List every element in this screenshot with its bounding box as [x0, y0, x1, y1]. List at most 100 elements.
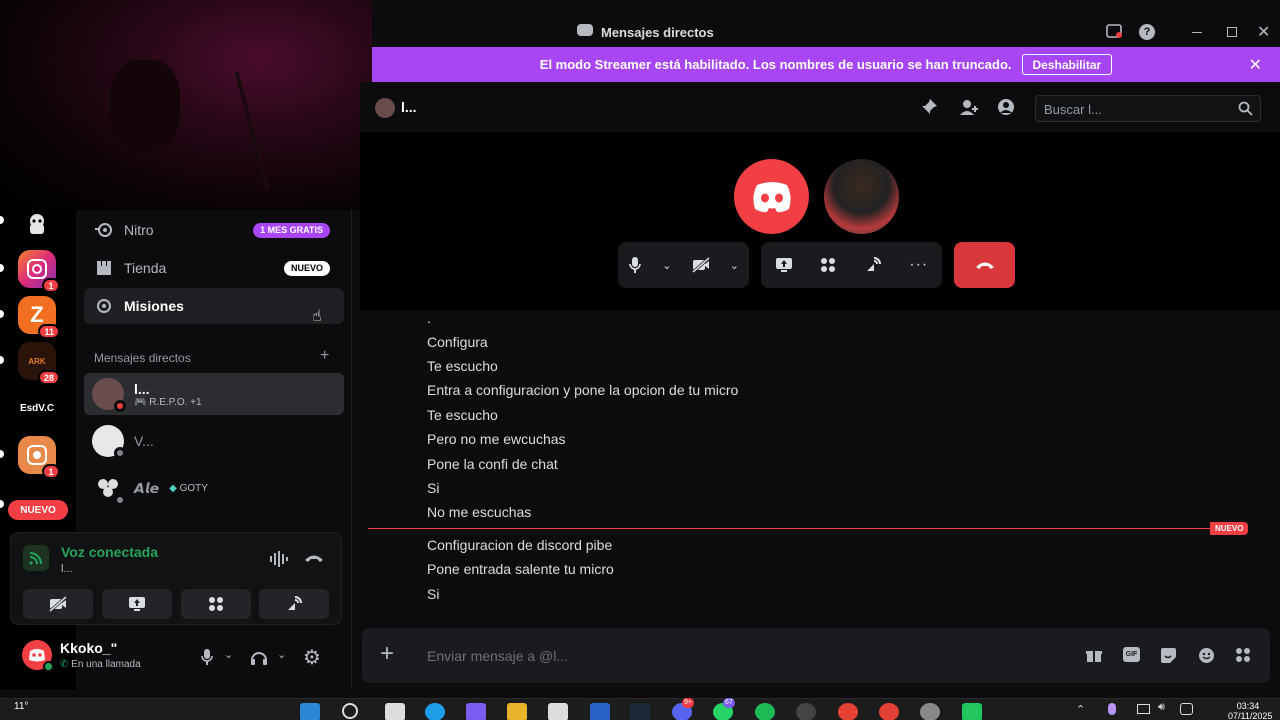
gem-icon: ◆: [169, 482, 177, 494]
settings-icon[interactable]: [920, 703, 940, 720]
streamer-silhouette: [110, 60, 180, 150]
more-options-icon[interactable]: ···: [909, 256, 928, 274]
copilot-icon[interactable]: [466, 703, 486, 720]
chrome-profile-icon[interactable]: [879, 703, 899, 720]
dm-name: 𝘼𝙡𝙚: [134, 479, 160, 496]
battery-icon[interactable]: [1180, 703, 1193, 715]
inbox-icon[interactable]: [1106, 24, 1122, 38]
sidebar-item-misiones[interactable]: Misiones ☝: [84, 288, 344, 325]
add-friend-icon[interactable]: [958, 98, 978, 116]
file-explorer-icon[interactable]: [507, 703, 527, 720]
dm-item[interactable]: l... 🎮 R.E.P.O. +1: [84, 373, 344, 415]
edge-icon[interactable]: [425, 703, 445, 720]
search-placeholder: Buscar l...: [1044, 102, 1102, 117]
mail-icon[interactable]: [590, 703, 610, 720]
voice-signal-icon[interactable]: [23, 545, 49, 571]
voice-status[interactable]: Voz conectada: [61, 544, 158, 560]
obs-icon[interactable]: [796, 703, 816, 720]
video-off-button[interactable]: [23, 589, 93, 619]
gear-icon[interactable]: ⚙: [303, 645, 321, 670]
noise-suppression-icon[interactable]: [269, 551, 289, 567]
call-area: ⌄ ⌄ ···: [360, 132, 1280, 310]
server-3[interactable]: Z 11: [18, 296, 60, 339]
screen-share-icon[interactable]: [775, 257, 793, 273]
store-icon[interactable]: [548, 703, 568, 720]
dm-item[interactable]: V...: [84, 420, 344, 462]
soundboard-button[interactable]: [259, 589, 329, 619]
call-actions-group: ···: [761, 242, 942, 288]
discord-icon: [577, 24, 593, 36]
weather-widget[interactable]: 11°: [14, 701, 28, 712]
gif-icon[interactable]: GIF: [1123, 647, 1140, 662]
hang-up-icon: [975, 262, 994, 269]
pin-icon[interactable]: [920, 98, 938, 116]
dm-item[interactable]: 𝘼𝙡𝙚 ◆ GOTY: [84, 467, 344, 509]
unread-pill: [0, 216, 4, 224]
close-window-button[interactable]: ✕: [1257, 22, 1270, 42]
unread-pill: [0, 356, 4, 364]
soundboard-icon[interactable]: [864, 256, 882, 274]
search-icon[interactable]: [342, 703, 358, 719]
apps-icon[interactable]: [1235, 647, 1251, 663]
volume-icon[interactable]: 🔊︎: [1158, 701, 1165, 714]
hang-up-button[interactable]: [954, 242, 1015, 288]
mic-tray-icon[interactable]: [1108, 703, 1116, 715]
chevron-down-icon[interactable]: ⌄: [662, 259, 671, 272]
discord-taskbar-icon[interactable]: 9+: [672, 698, 694, 720]
chevron-down-icon[interactable]: ⌄: [224, 648, 233, 661]
disconnect-icon[interactable]: [304, 553, 324, 563]
sticker-icon[interactable]: [1160, 647, 1177, 664]
maximize-button[interactable]: [1227, 27, 1237, 37]
server-badge: 1: [42, 464, 60, 479]
server-4[interactable]: ARK 28: [18, 342, 60, 385]
minimize-button[interactable]: [1192, 32, 1202, 33]
app-icon[interactable]: [962, 703, 982, 720]
message-input[interactable]: Enviar mensaje a @l...: [427, 648, 568, 664]
gift-icon[interactable]: [1086, 647, 1102, 663]
chevron-down-icon[interactable]: ⌄: [730, 259, 739, 272]
chrome-icon[interactable]: [838, 703, 858, 720]
emoji-icon[interactable]: [1198, 647, 1215, 664]
microphone-icon[interactable]: [628, 256, 642, 274]
caller-avatar[interactable]: [734, 159, 809, 234]
attach-plus-icon[interactable]: +: [380, 642, 394, 666]
spotify-icon[interactable]: [755, 703, 775, 720]
activities-icon[interactable]: [820, 257, 836, 273]
server-label: ARK: [28, 356, 46, 366]
message-text: Pero no me ewcuchas: [427, 431, 566, 447]
server-6[interactable]: 1: [18, 436, 60, 479]
disable-streamer-button[interactable]: Deshabilitar: [1021, 54, 1113, 75]
microphone-icon[interactable]: [200, 648, 214, 666]
chevron-down-icon[interactable]: ⌄: [277, 648, 286, 661]
message-text: Te escucho: [427, 407, 498, 423]
create-dm-icon[interactable]: +: [320, 347, 329, 365]
clock[interactable]: 03:34 07/11/2025: [1228, 701, 1272, 720]
server-1[interactable]: [18, 206, 56, 244]
help-icon[interactable]: ?: [1139, 24, 1155, 40]
display-tray-icon[interactable]: [1137, 704, 1150, 714]
sidebar-item-tienda[interactable]: Tienda NUEVO: [84, 250, 344, 286]
activities-button[interactable]: [181, 589, 251, 619]
steam-icon[interactable]: [630, 703, 650, 720]
headphones-icon[interactable]: [250, 648, 268, 666]
task-view-icon[interactable]: [385, 703, 405, 720]
participant-avatar[interactable]: [824, 159, 899, 234]
user-avatar[interactable]: [22, 640, 54, 672]
camera-off-icon[interactable]: [691, 257, 710, 273]
screen-share-button[interactable]: [102, 589, 172, 619]
start-icon[interactable]: [300, 703, 320, 720]
user-profile-icon[interactable]: [997, 98, 1015, 116]
chevron-up-icon[interactable]: ⌃: [1076, 703, 1085, 716]
nitro-icon: [94, 220, 114, 240]
server-5[interactable]: EsdV.C: [18, 389, 56, 427]
message-text: Pone entrada salente tu micro: [427, 561, 614, 577]
sidebar-item-nitro[interactable]: Nitro 1 MES GRATIS: [84, 212, 344, 248]
whatsapp-icon[interactable]: 67: [713, 698, 735, 720]
server-2[interactable]: 1: [18, 250, 60, 293]
new-servers-badge[interactable]: NUEVO: [8, 500, 68, 520]
server-badge: 28: [37, 370, 60, 385]
close-banner-icon[interactable]: ✕: [1249, 55, 1262, 75]
dm-section-header: Mensajes directos: [94, 351, 191, 365]
voice-channel: l...: [61, 563, 73, 575]
search-bar[interactable]: Buscar l...: [1035, 95, 1261, 122]
